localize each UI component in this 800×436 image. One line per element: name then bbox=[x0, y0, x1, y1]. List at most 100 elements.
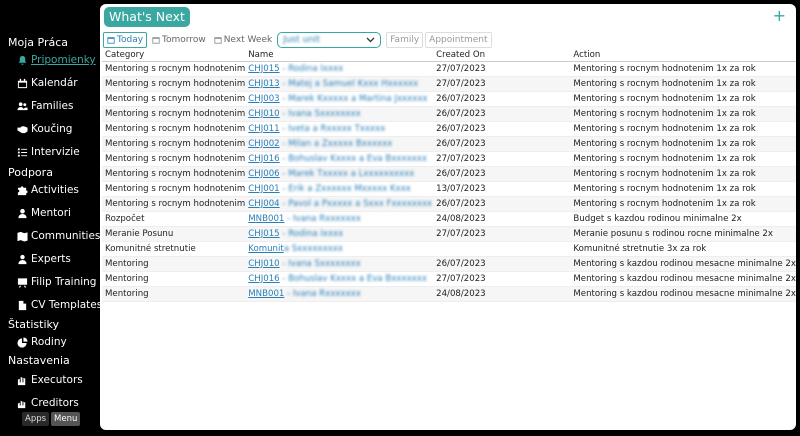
category-cell: Mentoring s rocnym hodnotenim bbox=[102, 91, 246, 107]
table-row[interactable]: Komunitné stretnutie Komunita Sxxxxxxxxx K… bbox=[102, 241, 796, 257]
sidebar-item-filip-training[interactable]: Filip Training bbox=[16, 273, 96, 291]
name-cell[interactable]: CHJ015 - Rodina Ixxxx bbox=[245, 61, 434, 77]
sidebar-item-creditors[interactable]: Creditors bbox=[16, 394, 79, 412]
name-link[interactable]: CHJ010 bbox=[248, 259, 279, 269]
table-row[interactable]: Mentoring s rocnym hodnotenim CHJ003 - Ma… bbox=[102, 91, 796, 107]
name-text[interactable]: - Marek Kxxxxx a Martina Jxxxxxx bbox=[280, 94, 427, 104]
table-row[interactable]: Mentoring MNB001 - Ivana Rxxxxxxx 24/08/20… bbox=[102, 286, 796, 302]
name-cell[interactable]: CHJ006 - Marek Txxxxx a Lxxxxxxxxxx bbox=[245, 166, 434, 182]
name-text[interactable]: - Ivana Sxxxxxxxx bbox=[280, 259, 360, 269]
name-cell[interactable]: MNB001 - Ivana Rxxxxxxx bbox=[245, 286, 434, 302]
table-row[interactable]: Mentoring s rocnym hodnotenim CHJ015 - Ro… bbox=[102, 61, 796, 77]
sidebar-item-label: Families bbox=[31, 100, 74, 112]
name-text[interactable]: - Matej a Samuel Kxxx Hxxxxxx bbox=[280, 79, 418, 89]
filter-select[interactable]: Just unit bbox=[277, 32, 382, 48]
name-cell[interactable]: CHJ001 - Erik a Zxxxxxx Mxxxxx Kxxx bbox=[245, 181, 434, 197]
name-text[interactable]: - Ivana Rxxxxxxx bbox=[284, 214, 361, 224]
name-text[interactable]: - Pavol a Pxxxxx a Sxxx Fxxxxxxxx bbox=[280, 199, 432, 209]
tomorrow-button[interactable]: Tomorrow bbox=[149, 32, 209, 48]
name-cell[interactable]: MNB001 - Ivana Rxxxxxxx bbox=[245, 211, 434, 227]
action-cell: Mentoring s rocnym hodnotenim 1x za rok bbox=[570, 166, 796, 182]
sidebar-item-pripomienky[interactable]: Pripomienky bbox=[16, 51, 96, 69]
name-link[interactable]: CHJ006 bbox=[248, 169, 279, 179]
name-cell[interactable]: CHJ010 - Ivana Sxxxxxxxx bbox=[245, 256, 434, 272]
name-cell[interactable]: CHJ004 - Pavol a Pxxxxx a Sxxx Fxxxxxxxx bbox=[245, 196, 434, 212]
name-link[interactable]: CHJ016 bbox=[248, 154, 279, 164]
table-row[interactable]: Mentoring CHJ016 - Bohuslav Kxxxx a Eva B… bbox=[102, 271, 796, 287]
name-cell[interactable]: CHJ002 - Milan a Zxxxxx Bxxxxxx bbox=[245, 136, 434, 152]
menu-button[interactable]: Menu bbox=[51, 412, 81, 426]
name-cell[interactable]: Komunita Sxxxxxxxxx bbox=[245, 241, 434, 257]
column-header[interactable]: Created On bbox=[433, 49, 571, 62]
table-row[interactable]: Mentoring s rocnym hodnotenim CHJ006 - Ma… bbox=[102, 166, 796, 182]
table-row[interactable]: Rozpočet MNB001 - Ivana Rxxxxxxx 24/08/202… bbox=[102, 211, 796, 227]
table-row[interactable]: Mentoring s rocnym hodnotenim CHJ011 - Iv… bbox=[102, 121, 796, 137]
name-link[interactable]: CHJ010 bbox=[248, 109, 279, 119]
name-link[interactable]: CHJ002 bbox=[248, 139, 279, 149]
sidebar: Moja Práca Pripomienky Kalendár Families… bbox=[0, 0, 102, 436]
name-link[interactable]: CHJ015 bbox=[248, 64, 279, 74]
today-button[interactable]: Today bbox=[103, 32, 148, 48]
sidebar-item-executors[interactable]: Executors bbox=[16, 371, 83, 389]
next-week-button[interactable]: Next Week bbox=[211, 32, 276, 48]
table-row[interactable]: Mentoring CHJ010 - Ivana Sxxxxxxxx 26/07/2… bbox=[102, 256, 796, 272]
name-text[interactable]: - Milan a Zxxxxx Bxxxxxx bbox=[280, 139, 392, 149]
table-row[interactable]: Mentoring s rocnym hodnotenim CHJ004 - Pa… bbox=[102, 196, 796, 212]
name-cell[interactable]: CHJ016 - Bohuslav Kxxxx a Eva Bxxxxxxx bbox=[245, 271, 434, 287]
table-row[interactable]: Mentoring s rocnym hodnotenim CHJ010 - Iv… bbox=[102, 106, 796, 122]
apps-button[interactable]: Apps bbox=[22, 412, 50, 426]
column-header[interactable]: Category bbox=[102, 49, 246, 62]
sidebar-item-activities[interactable]: Activities bbox=[16, 181, 79, 199]
users-icon bbox=[16, 100, 28, 112]
name-text[interactable]: - Bohuslav Kxxxx a Eva Bxxxxxxx bbox=[280, 274, 427, 284]
name-text[interactable]: - Rodina Ixxxx bbox=[280, 229, 343, 239]
appointment-button[interactable]: Appointment bbox=[425, 32, 492, 48]
name-link[interactable]: CHJ001 bbox=[248, 184, 279, 194]
list-icon bbox=[16, 146, 28, 158]
name-link[interactable]: CHJ011 bbox=[248, 124, 279, 134]
name-text[interactable]: - Iveta a Rxxxxx Txxxxx bbox=[280, 124, 385, 134]
name-text[interactable]: - Rodina Ixxxx bbox=[280, 64, 343, 74]
sidebar-item-communities[interactable]: Communities bbox=[16, 227, 100, 245]
name-text[interactable]: - Erik a Zxxxxxx Mxxxxx Kxxx bbox=[280, 184, 411, 194]
reminders-table: Category Name Created On Action Mentorin… bbox=[102, 49, 796, 302]
name-link[interactable]: CHJ016 bbox=[248, 274, 279, 284]
name-text[interactable]: - Marek Txxxxx a Lxxxxxxxxxx bbox=[280, 169, 414, 179]
sidebar-item-mentori[interactable]: Mentori bbox=[16, 204, 71, 222]
name-text[interactable]: - Bohuslav Kxxxx a Eva Bxxxxxxx bbox=[280, 154, 427, 164]
table-row[interactable]: Mentoring s rocnym hodnotenim CHJ002 - Mi… bbox=[102, 136, 796, 152]
name-cell[interactable]: CHJ016 - Bohuslav Kxxxx a Eva Bxxxxxxx bbox=[245, 151, 434, 167]
column-header[interactable]: Action bbox=[570, 49, 796, 62]
tomorrow-label: Tomorrow bbox=[162, 35, 206, 45]
name-text[interactable]: - Ivana Rxxxxxxx bbox=[284, 289, 361, 299]
name-link[interactable]: CHJ004 bbox=[248, 199, 279, 209]
sidebar-item-intervizie[interactable]: Intervizie bbox=[16, 143, 80, 161]
name-cell[interactable]: CHJ015 - Rodina Ixxxx bbox=[245, 226, 434, 242]
name-text[interactable]: a Sxxxxxxxxx bbox=[284, 244, 343, 254]
name-cell[interactable]: CHJ011 - Iveta a Rxxxxx Txxxxx bbox=[245, 121, 434, 137]
sidebar-item-koucing[interactable]: Koučing bbox=[16, 120, 72, 138]
name-link[interactable]: CHJ013 bbox=[248, 79, 279, 89]
table-row[interactable]: Meranie Posunu CHJ015 - Rodina Ixxxx 27/07… bbox=[102, 226, 796, 242]
name-link[interactable]: CHJ003 bbox=[248, 94, 279, 104]
created-cell bbox=[433, 241, 571, 257]
name-cell[interactable]: CHJ003 - Marek Kxxxxx a Martina Jxxxxxx bbox=[245, 91, 434, 107]
name-link[interactable]: MNB001 bbox=[248, 289, 284, 299]
table-row[interactable]: Mentoring s rocnym hodnotenim CHJ016 - Bo… bbox=[102, 151, 796, 167]
sidebar-item-experts[interactable]: Experts bbox=[16, 250, 71, 268]
name-text[interactable]: - Ivana Sxxxxxxxx bbox=[280, 109, 360, 119]
sidebar-item-rodiny[interactable]: Rodiny bbox=[16, 333, 67, 351]
name-link[interactable]: MNB001 bbox=[248, 214, 284, 224]
name-link[interactable]: CHJ015 bbox=[248, 229, 279, 239]
sidebar-item-kalendar[interactable]: Kalendár bbox=[16, 74, 78, 92]
name-cell[interactable]: CHJ013 - Matej a Samuel Kxxx Hxxxxxx bbox=[245, 76, 434, 92]
sidebar-item-cv-templates[interactable]: CV Templates bbox=[16, 296, 102, 314]
sidebar-item-families[interactable]: Families bbox=[16, 97, 73, 115]
table-row[interactable]: Mentoring s rocnym hodnotenim CHJ001 - Er… bbox=[102, 181, 796, 197]
column-header[interactable]: Name bbox=[245, 49, 434, 62]
name-cell[interactable]: CHJ010 - Ivana Sxxxxxxxx bbox=[245, 106, 434, 122]
family-button[interactable]: Family bbox=[386, 32, 424, 48]
name-link[interactable]: Komunit bbox=[248, 244, 284, 254]
table-row[interactable]: Mentoring s rocnym hodnotenim CHJ013 - Ma… bbox=[102, 76, 796, 92]
add-button[interactable]: + bbox=[773, 8, 786, 24]
